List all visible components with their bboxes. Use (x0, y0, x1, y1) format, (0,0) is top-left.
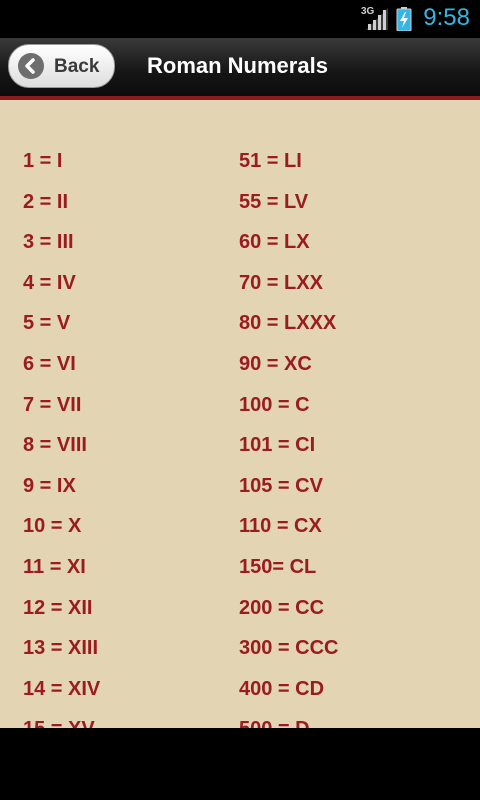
list-item: 3 = III (23, 231, 74, 254)
clock-time: 9:58 (423, 4, 470, 31)
list-item: 300 = CCC (239, 637, 339, 660)
list-item: 110 = CX (239, 515, 322, 538)
list-item: 90 = XC (239, 352, 312, 375)
list-item: 101 = CI (239, 434, 316, 457)
battery-charging-icon (396, 7, 412, 36)
bottom-black-area (0, 728, 480, 800)
back-button[interactable]: Back (8, 44, 115, 88)
list-item: 150= CL (239, 555, 317, 578)
list-item: 55 = LV (239, 190, 309, 213)
page-title: Roman Numerals (147, 53, 328, 78)
list-item: 200 = CC (239, 596, 325, 619)
numerals-column-left: 1 = I 2 = II 3 = III 4 = IV 5 = V 6 = VI… (23, 149, 100, 728)
status-bar: 3G 9:58 (0, 0, 480, 38)
list-item: 15 = XV (23, 717, 100, 728)
title-bar: Back Roman Numerals (0, 38, 480, 96)
list-item: 51 = LI (239, 150, 302, 172)
list-item: 11 = XI (23, 555, 86, 578)
list-item: 10 = X (23, 515, 82, 538)
list-item: 8 = VIII (23, 434, 87, 457)
list-item: 500 = D (239, 717, 339, 728)
list-item: 5 = V (23, 312, 71, 335)
list-item: 100 = C (239, 393, 310, 416)
list-item: 13 = XIII (23, 637, 99, 660)
back-arrow-icon (18, 53, 44, 79)
back-button-label: Back (54, 56, 100, 77)
list-item: 60 = LX (239, 231, 310, 254)
list-item: 105 = CV (239, 474, 323, 497)
list-item: 7 = VII (23, 393, 82, 416)
numerals-column-right: 51 = LI 55 = LV 60 = LX 70 = LXX 80 = LX… (239, 149, 339, 728)
signal-icon (366, 8, 388, 35)
list-item: 1 = I (23, 150, 63, 172)
list-item: 6 = VI (23, 352, 76, 375)
list-item: 80 = LXXX (239, 312, 337, 335)
list-item: 12 = XII (23, 596, 93, 619)
list-item: 2 = II (23, 190, 69, 213)
list-item: 4 = IV (23, 271, 76, 294)
list-item: 9 = IX (23, 474, 76, 497)
list-item: 70 = LXX (239, 271, 323, 294)
numerals-list[interactable]: 1 = I 2 = II 3 = III 4 = IV 5 = V 6 = VI… (0, 100, 480, 728)
list-item: 400 = CD (239, 677, 325, 700)
list-item: 14 = XIV (23, 677, 101, 700)
